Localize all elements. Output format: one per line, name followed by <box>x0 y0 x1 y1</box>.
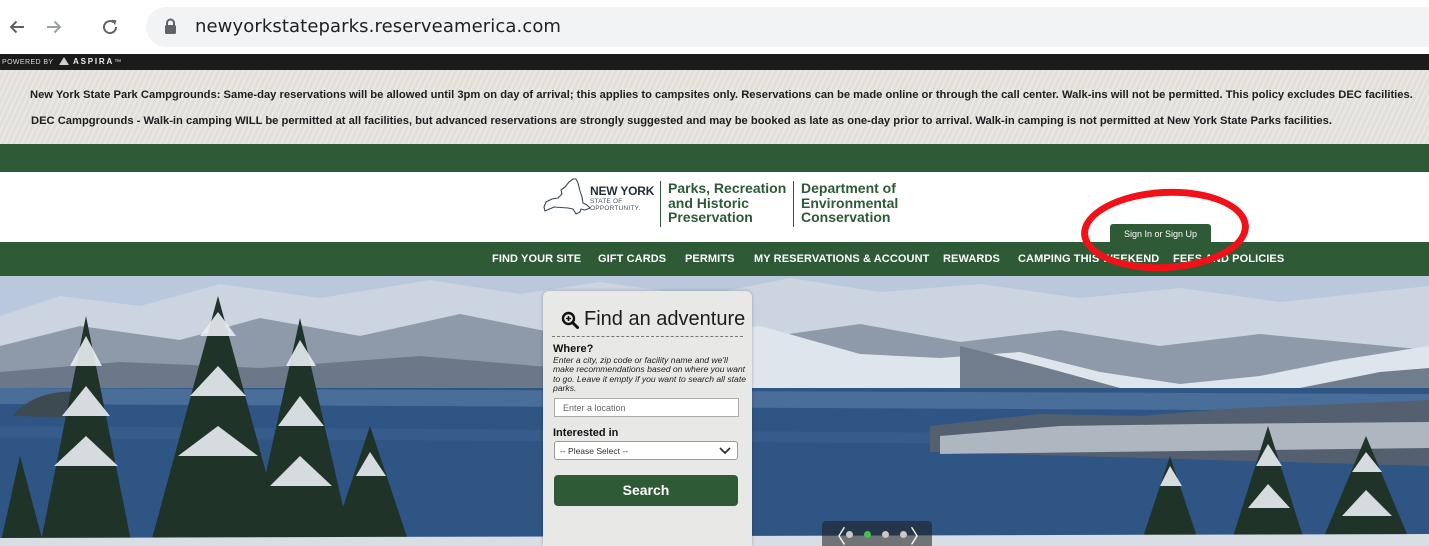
browser-toolbar: newyorkstateparks.reserveamerica.com <box>0 0 1429 54</box>
aspira-brand-text: ASPIRA <box>73 57 115 66</box>
carousel-controls: 〈 〉 <box>822 521 932 546</box>
address-bar[interactable]: newyorkstateparks.reserveamerica.com <box>146 7 1429 47</box>
magnifier-plus-icon <box>561 311 579 329</box>
carousel-dot-4[interactable] <box>900 531 907 538</box>
forward-button[interactable] <box>40 13 68 41</box>
interested-label: Interested in <box>553 427 619 439</box>
nav-camping-this-weekend[interactable]: CAMPING THIS WEEKEND <box>1018 253 1159 265</box>
green-divider-band <box>0 144 1429 172</box>
ny-subtitle-1: STATE OF <box>590 198 623 205</box>
lock-icon <box>165 18 176 34</box>
ny-state-outline-icon <box>543 178 591 215</box>
sign-in-button[interactable]: Sign In or Sign Up <box>1110 224 1211 244</box>
where-help-text: Enter a city, zip code or facility name … <box>553 355 746 394</box>
ny-subtitle-2: OPPORTUNITY. <box>590 205 641 212</box>
search-title: Find an adventure <box>584 308 746 330</box>
aspira-strip: POWERED BY ASPIRA™ <box>0 54 1429 70</box>
dec-line-1: Department of <box>801 180 896 196</box>
alert-banner: New York State Park Campgrounds: Same-da… <box>0 70 1429 144</box>
logo-divider <box>793 181 794 227</box>
heading-divider <box>552 336 743 337</box>
arrow-right-icon <box>47 20 62 34</box>
ny-state-wordmark: NEW YORK STATE OF OPPORTUNITY. <box>590 184 654 212</box>
carousel-prev-button[interactable]: 〈 <box>827 522 846 546</box>
dec-line-2: Environmental <box>801 194 899 211</box>
interest-select-value: -- Please Select -- <box>560 446 629 456</box>
dec-agency-logo[interactable]: Department of Environmental Conservation <box>801 181 898 225</box>
ny-title: NEW YORK <box>590 184 655 198</box>
parks-line-2: and Historic <box>668 194 749 211</box>
alert-dec-campgrounds: DEC Campgrounds - Walk-in camping WILL b… <box>31 115 1332 127</box>
carousel-dot-2[interactable] <box>864 531 871 538</box>
site-header: NEW YORK STATE OF OPPORTUNITY. Parks, Re… <box>0 172 1429 244</box>
nav-gift-cards[interactable]: GIFT CARDS <box>598 253 666 265</box>
back-button[interactable] <box>3 13 31 41</box>
search-panel: Find an adventure Where? Enter a city, z… <box>543 291 752 546</box>
carousel-dot-3[interactable] <box>882 531 889 538</box>
search-button[interactable]: Search <box>554 475 738 506</box>
powered-by-text: POWERED BY <box>2 59 54 66</box>
chevron-down-icon <box>719 447 731 455</box>
alert-state-parks: New York State Park Campgrounds: Same-da… <box>30 89 1413 101</box>
reload-icon <box>103 19 118 35</box>
search-heading: Find an adventure <box>561 308 745 331</box>
reload-button[interactable] <box>96 13 124 41</box>
nav-my-reservations[interactable]: MY RESERVATIONS & ACCOUNT <box>754 253 929 265</box>
parks-line-1: Parks, Recreation <box>668 180 787 196</box>
aspira-logo: POWERED BY ASPIRA™ <box>2 57 121 66</box>
nav-fees-and-policies[interactable]: FEES AND POLICIES <box>1173 253 1284 265</box>
carousel-dot-1[interactable] <box>846 531 853 538</box>
nav-permits[interactable]: PERMITS <box>685 253 735 265</box>
interest-select[interactable]: -- Please Select -- <box>554 441 738 460</box>
parks-agency-logo[interactable]: Parks, Recreation and Historic Preservat… <box>668 181 786 225</box>
where-label: Where? <box>553 343 594 355</box>
nav-find-your-site[interactable]: FIND YOUR SITE <box>492 253 581 265</box>
location-input[interactable] <box>554 398 739 417</box>
nav-rewards[interactable]: REWARDS <box>943 253 1000 265</box>
dec-line-3: Conservation <box>801 209 891 225</box>
carousel-next-button[interactable]: 〉 <box>910 522 929 546</box>
arrow-left-icon <box>9 20 24 34</box>
main-nav: FIND YOUR SITE GIFT CARDS PERMITS MY RES… <box>0 242 1429 276</box>
aspira-trademark: ™ <box>114 59 122 66</box>
url-text: newyorkstateparks.reserveamerica.com <box>195 16 562 37</box>
logo-divider <box>660 181 661 227</box>
aspira-triangle-icon <box>58 57 69 65</box>
parks-line-3: Preservation <box>668 209 753 225</box>
